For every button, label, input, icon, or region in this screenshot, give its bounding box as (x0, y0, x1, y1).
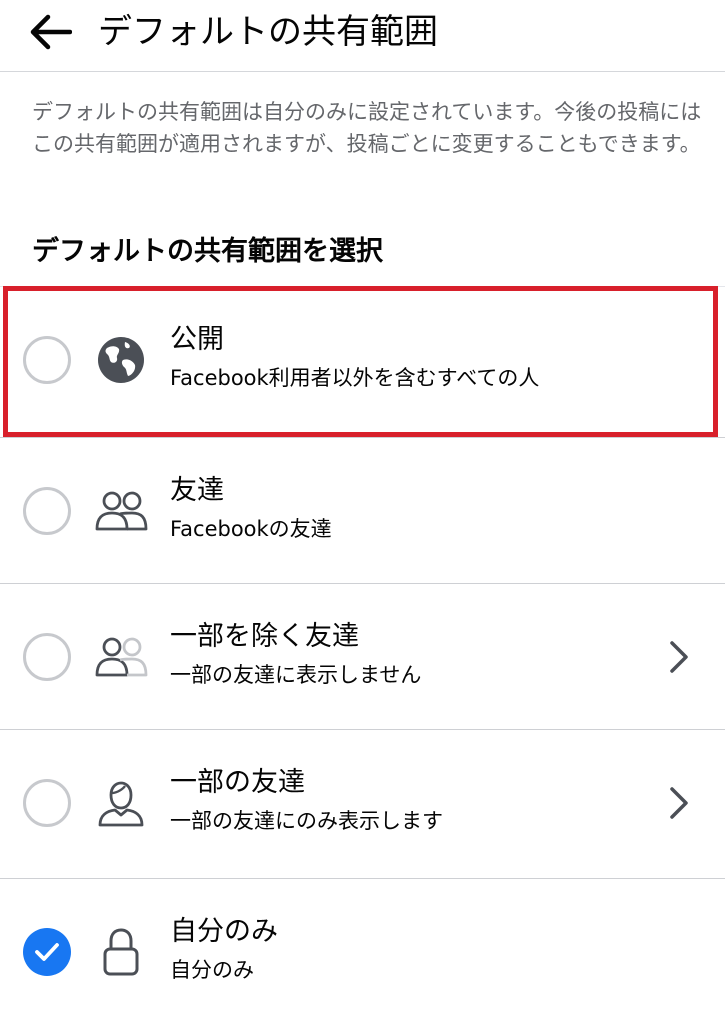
option-friends[interactable]: 友達 Facebookの友達 (0, 437, 725, 583)
radio-friends-except[interactable] (23, 632, 71, 681)
globe-icon (94, 333, 148, 387)
arrow-left-icon (30, 14, 72, 50)
option-only-me-text: 自分のみ 自分のみ (170, 912, 278, 988)
app-header: デフォルトの共有範囲 (0, 0, 725, 72)
option-label: 一部を除く友達 (170, 620, 359, 652)
lock-icon (94, 925, 148, 979)
radio-public[interactable] (23, 335, 71, 384)
back-button[interactable] (22, 8, 78, 56)
section-title: デフォルトの共有範囲を選択 (32, 236, 383, 267)
chevron-right-icon[interactable] (667, 639, 691, 675)
chevron-right-icon[interactable] (667, 785, 691, 821)
radio-friends[interactable] (23, 486, 71, 535)
option-specific-friends[interactable]: 一部の友達 一部の友達にのみ表示します (0, 729, 725, 875)
option-public-text: 公開 Facebook利用者以外を含むすべての人 (170, 320, 539, 396)
radio-specific-friends[interactable] (23, 778, 71, 827)
radio-only-me-checked[interactable] (23, 927, 71, 976)
option-label: 自分のみ (170, 915, 278, 947)
friends-icon (94, 484, 148, 538)
option-subtitle: Facebookの友達 (170, 516, 332, 541)
option-label: 友達 (170, 474, 224, 506)
page-title: デフォルトの共有範囲 (98, 12, 438, 52)
option-friends-except-text: 一部を除く友達 一部の友達に表示しません (170, 617, 421, 693)
option-only-me[interactable]: 自分のみ 自分のみ (0, 878, 725, 1024)
option-label: 公開 (170, 323, 224, 355)
option-subtitle: 自分のみ (170, 957, 254, 982)
friends-except-icon (94, 630, 148, 684)
description-text: デフォルトの共有範囲は自分のみに設定されています。今後の投稿にはこの共有範囲が適… (32, 100, 702, 156)
specific-friends-icon (94, 776, 148, 830)
option-specific-friends-text: 一部の友達 一部の友達にのみ表示します (170, 763, 443, 839)
option-public[interactable]: 公開 Facebook利用者以外を含むすべての人 (0, 286, 725, 432)
option-friends-text: 友達 Facebookの友達 (170, 471, 332, 547)
option-subtitle: 一部の友達に表示しません (170, 662, 422, 687)
option-subtitle: 一部の友達にのみ表示します (170, 808, 443, 833)
option-label: 一部の友達 (170, 766, 305, 798)
check-icon (35, 942, 59, 961)
option-subtitle: Facebook利用者以外を含むすべての人 (170, 365, 540, 390)
option-friends-except[interactable]: 一部を除く友達 一部の友達に表示しません (0, 583, 725, 729)
